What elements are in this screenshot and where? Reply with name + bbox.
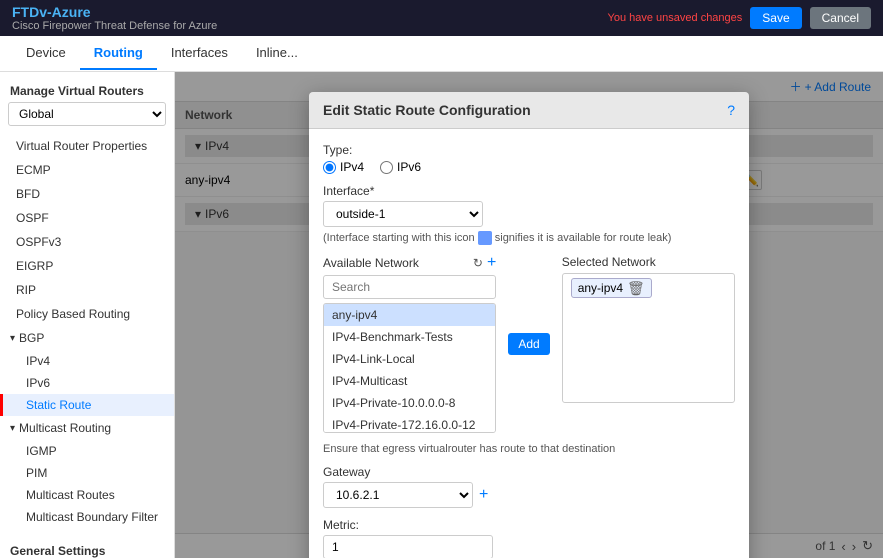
sidebar-child-ipv4[interactable]: IPv4 [0,350,174,372]
sidebar-item-eigrp[interactable]: EIGRP [0,254,174,278]
available-network-title: Available Network [323,256,419,270]
available-network-header: Available Network ↻ + [323,255,496,271]
sidebar-child-multicast-routes[interactable]: Multicast Routes [0,484,174,506]
type-label: Type: [323,143,735,157]
sidebar: Manage Virtual Routers Global Virtual Ro… [0,72,175,558]
interface-row: Interface* outside-1 (Interface starting… [323,184,735,245]
ensure-note: Ensure that egress virtualrouter has rou… [323,443,735,455]
edit-static-route-modal: Edit Static Route Configuration ? Type: … [309,92,749,558]
network-item-multicast[interactable]: IPv4-Multicast [324,370,495,392]
main-layout: Manage Virtual Routers Global Virtual Ro… [0,72,883,558]
unsaved-changes-msg: You have unsaved changes [608,12,743,24]
network-item-benchmark[interactable]: IPv4-Benchmark-Tests [324,326,495,348]
sidebar-item-ospfv3[interactable]: OSPFv3 [0,230,174,254]
ipv4-radio-label: IPv4 [340,160,364,174]
metric-label: Metric: [323,518,735,532]
sidebar-group-bgp[interactable]: ▾ BGP [0,326,174,350]
content-area: ＋ + Add Route Network Metric Tracked ▾ [175,72,883,558]
add-button-area: Add [508,255,549,433]
help-icon[interactable]: ? [727,102,735,118]
metric-input[interactable] [323,535,493,558]
tab-device[interactable]: Device [12,37,80,70]
sidebar-item-virtual-router-properties[interactable]: Virtual Router Properties [0,134,174,158]
gateway-select[interactable]: 10.6.2.1 [323,482,473,508]
bgp-caret-icon: ▾ [10,333,15,344]
nav-tabs: Device Routing Interfaces Inline... [0,36,883,72]
sidebar-child-ipv6[interactable]: IPv6 [0,372,174,394]
modal-header: Edit Static Route Configuration ? [309,92,749,129]
bgp-label: BGP [19,331,44,345]
selected-tag-label: any-ipv4 [578,281,623,295]
available-network-panel: Available Network ↻ + any-ipv4 IPv4-Benc… [323,255,496,433]
network-section: Available Network ↻ + any-ipv4 IPv4-Benc… [323,255,735,433]
add-to-selected-button[interactable]: Add [508,333,549,355]
network-search-input[interactable] [323,275,496,299]
tab-routing[interactable]: Routing [80,37,157,70]
multicast-caret-icon: ▾ [10,423,15,434]
modal-body: Type: IPv4 IPv6 [309,129,749,558]
network-item-private-10[interactable]: IPv4-Private-10.0.0.0-8 [324,392,495,414]
add-gateway-button[interactable]: + [479,486,488,504]
ipv6-radio-label: IPv6 [397,160,421,174]
gateway-controls: 10.6.2.1 + [323,482,735,508]
topbar-actions: You have unsaved changes Save Cancel [608,7,871,29]
sidebar-section-title: Manage Virtual Routers [0,78,174,102]
network-item-link-local[interactable]: IPv4-Link-Local [324,348,495,370]
sidebar-group-multicast[interactable]: ▾ Multicast Routing [0,416,174,440]
multicast-label: Multicast Routing [19,421,111,435]
sidebar-child-multicast-boundary-filter[interactable]: Multicast Boundary Filter [0,506,174,528]
network-item-private-172[interactable]: IPv4-Private-172.16.0.0-12 [324,414,495,433]
gateway-row: Gateway 10.6.2.1 + [323,465,735,508]
sidebar-item-ecmp[interactable]: ECMP [0,158,174,182]
app-title: FTDv-Azure [12,4,217,20]
selected-network-box: any-ipv4 🗑 [562,273,735,403]
app-branding: FTDv-Azure Cisco Firepower Threat Defens… [12,4,217,32]
sidebar-item-ospf[interactable]: OSPF [0,206,174,230]
cancel-top-button[interactable]: Cancel [810,7,871,29]
sidebar-child-igmp[interactable]: IGMP [0,440,174,462]
refresh-networks-button[interactable]: ↻ [473,255,483,271]
sidebar-child-pim[interactable]: PIM [0,462,174,484]
general-settings-title: General Settings [0,538,174,558]
modal-overlay: Edit Static Route Configuration ? Type: … [175,72,883,558]
available-network-actions: ↻ + [473,255,496,271]
interface-note: (Interface starting with this icon signi… [323,231,735,245]
selected-tag-any-ipv4: any-ipv4 🗑 [571,278,652,298]
virtual-router-dropdown[interactable]: Global [8,102,166,126]
type-radio-group: IPv4 IPv6 [323,160,735,174]
metric-row: Metric: (1 - 254) [323,518,735,558]
add-network-button[interactable]: + [487,255,496,271]
ipv4-radio[interactable] [323,161,336,174]
modal-title: Edit Static Route Configuration [323,102,531,118]
selected-network-title: Selected Network [562,255,656,269]
topbar: FTDv-Azure Cisco Firepower Threat Defens… [0,0,883,36]
app-subtitle: Cisco Firepower Threat Defense for Azure [12,20,217,32]
sidebar-child-static-route[interactable]: Static Route [0,394,174,416]
sidebar-item-policy-based-routing[interactable]: Policy Based Routing [0,302,174,326]
interface-label: Interface* [323,184,735,198]
sidebar-item-rip[interactable]: RIP [0,278,174,302]
type-row: Type: IPv4 IPv6 [323,143,735,174]
network-item-any-ipv4[interactable]: any-ipv4 [324,304,495,326]
ipv6-radio-option[interactable]: IPv6 [380,160,421,174]
selected-network-header: Selected Network [562,255,735,269]
gateway-label: Gateway [323,465,735,479]
network-list: any-ipv4 IPv4-Benchmark-Tests IPv4-Link-… [323,303,496,433]
tab-interfaces[interactable]: Interfaces [157,37,242,70]
remove-tag-button[interactable]: 🗑 [627,281,645,295]
tab-inline[interactable]: Inline... [242,37,312,70]
save-button[interactable]: Save [750,7,801,29]
ipv6-radio[interactable] [380,161,393,174]
ipv4-radio-option[interactable]: IPv4 [323,160,364,174]
sidebar-item-bfd[interactable]: BFD [0,182,174,206]
selected-network-panel: Selected Network any-ipv4 🗑 [562,255,735,433]
interface-select[interactable]: outside-1 [323,201,483,227]
route-leak-icon [478,231,492,245]
